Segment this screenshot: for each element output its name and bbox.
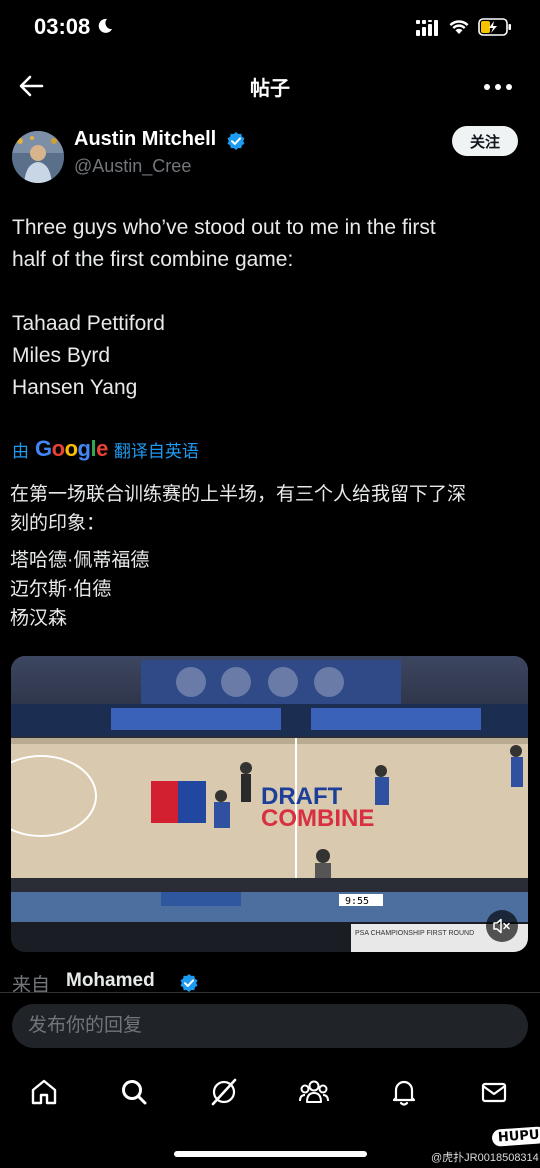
verified-badge-icon — [179, 973, 199, 998]
translate-link[interactable]: 由 Google 翻译自英语 — [12, 436, 199, 462]
translated-line: 塔哈德·佩蒂福德 — [10, 550, 150, 571]
video-overlay-text: PSA CHAMPIONSHIP FIRST ROUND — [355, 930, 474, 937]
author-handle[interactable]: @Austin_Cree — [74, 156, 191, 177]
translate-prefix: 由 — [12, 441, 29, 461]
grok-icon — [211, 1078, 237, 1106]
bell-icon — [392, 1080, 416, 1106]
translated-line: 迈尔斯·伯德 — [10, 579, 112, 600]
wifi-icon — [449, 19, 469, 40]
nav-messages[interactable] — [474, 1072, 514, 1112]
tweet-text: Three guys who’ve stood out to me in the… — [12, 212, 522, 404]
nav-home[interactable] — [24, 1072, 64, 1112]
nav-grok[interactable] — [204, 1072, 244, 1112]
translated-line: 在第一场联合训练赛的上半场，有三个人给我留下了深 — [10, 484, 467, 505]
tweet-line-break — [12, 276, 522, 308]
home-indicator[interactable] — [174, 1151, 367, 1157]
source-name[interactable]: Mohamed — [66, 970, 155, 992]
status-time: 03:08 — [34, 14, 91, 39]
translate-action: 翻译自英语 — [113, 441, 199, 461]
watermark-logo: HUPU — [491, 1126, 540, 1147]
video-clock: 9:55 — [345, 896, 369, 907]
google-logo: Google — [35, 436, 108, 461]
signal-icon — [416, 20, 440, 41]
nav-notifications[interactable] — [384, 1072, 424, 1112]
moon-icon — [96, 17, 114, 40]
nav-search[interactable] — [114, 1072, 154, 1112]
verified-badge-icon — [226, 131, 246, 156]
translated-line: 刻的印象： — [10, 513, 106, 534]
tweet-line: Three guys who’ve stood out to me in the… — [12, 216, 436, 239]
video-player[interactable]: DRAFT COMBINE 9:55 PSA CHAMPIONSHIP FIRS… — [11, 656, 528, 952]
mail-icon — [481, 1082, 507, 1103]
translated-text: 在第一场联合训练赛的上半场，有三个人给我留下了深 刻的印象： 塔哈德·佩蒂福德 … — [10, 480, 530, 633]
watermark-text: @虎扑JR0018508314 — [431, 1152, 539, 1164]
video-frame: DRAFT COMBINE 9:55 PSA CHAMPIONSHIP FIRS… — [11, 656, 528, 952]
tweet-line: Miles Byrd — [12, 344, 111, 367]
nav-communities[interactable] — [294, 1072, 334, 1112]
more-options-icon[interactable] — [480, 80, 516, 92]
tweet-line: Hansen Yang — [12, 376, 138, 399]
svg-text:COMBINE: COMBINE — [261, 805, 374, 832]
speaker-muted-icon — [493, 918, 510, 934]
follow-button[interactable]: 关注 — [452, 126, 518, 156]
avatar[interactable] — [12, 131, 64, 183]
author-name[interactable]: Austin Mitchell — [74, 128, 216, 151]
battery-charging-icon — [478, 18, 512, 41]
search-icon — [122, 1080, 147, 1105]
translated-line: 杨汉森 — [10, 608, 68, 629]
tweet-line: Tahaad Pettiford — [12, 312, 165, 335]
tweet-line: half of the first combine game: — [12, 248, 294, 271]
page-title: 帖子 — [250, 78, 290, 100]
communities-icon — [299, 1080, 329, 1103]
divider — [0, 992, 540, 993]
home-icon — [31, 1079, 57, 1105]
reply-input[interactable] — [12, 1004, 528, 1048]
mute-button[interactable] — [486, 910, 518, 942]
